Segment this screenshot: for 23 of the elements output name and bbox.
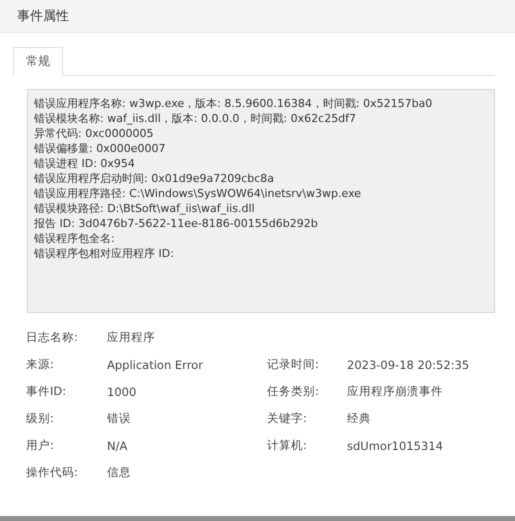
- window-title: 事件属性: [17, 8, 69, 25]
- field-label: 来源:: [26, 357, 55, 372]
- field-label: 关键字:: [267, 411, 308, 426]
- field-value: 经典: [347, 411, 372, 426]
- event-description: 错误应用程序名称: w3wp.exe，版本: 8.5.9600.16384，时间戳: 0x52157ba0 错误模块名称: waf_iis.dll，版本: 0.0.0.0，时间戳: 0x62c25df7 异常代码: 0xc0000005 错误偏移量: 0x000e0007 错误进程 ID: 0x954 错误应用程序启动时间: 0x01d9e9a7209cbc8a 错误应用程序路径: C:\Windows\SysWOW64\inetsrv\w3wp.exe 错误模块路径: D:\BtSoft\waf_iis\waf_iis.dll 报告 ID: 3d0476b7-5622-11ee-8186-00155d6b292b 错误程序包全名: 错误程序包相对应用程序 ID:: [27, 89, 495, 313]
- field-label: 记录时间:: [267, 357, 320, 372]
- field-value: N/A: [107, 438, 128, 452]
- tab[interactable]: 常规: [13, 47, 63, 76]
- field-value: 2023-09-18 20:52:35: [347, 358, 470, 372]
- field-value: sdUmor1015314: [347, 438, 444, 452]
- field-label: 用户:: [26, 438, 55, 453]
- field-value: 错误: [107, 411, 132, 426]
- field-label: 任务类别:: [267, 384, 320, 399]
- field-label: 日志名称:: [26, 330, 79, 345]
- field-label: 事件ID:: [26, 384, 68, 399]
- field-value: Application Error: [107, 358, 204, 372]
- field-value: 信息: [107, 465, 132, 480]
- field-label: 计算机:: [267, 438, 308, 453]
- field-value: 1000: [107, 384, 138, 398]
- field-value: 应用程序: [107, 330, 156, 345]
- field-label: 级别:: [26, 411, 55, 426]
- field-label: 操作代码:: [26, 465, 79, 480]
- field-value: 应用程序崩溃事件: [347, 384, 444, 399]
